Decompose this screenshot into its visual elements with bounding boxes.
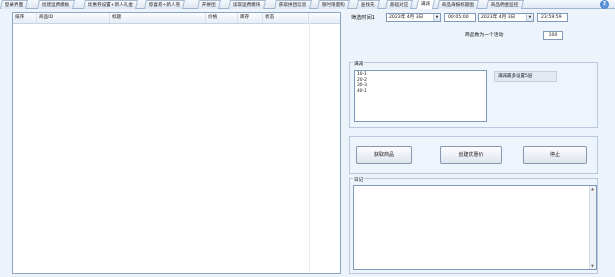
discount-rules-note: 满减最多设置5层: [494, 71, 557, 82]
log-scrollbar[interactable]: ▲ ▼: [589, 186, 596, 269]
tab-login[interactable]: 登录界面: [0, 0, 29, 9]
start-date-value: 2023年 4月 3日: [389, 15, 424, 20]
get-products-button[interactable]: 获取商品: [356, 146, 412, 164]
tab-surprise-coupon[interactable]: 惊喜卷+新人卷: [144, 0, 186, 9]
tab-commission-monitor[interactable]: 商品佣金监控: [486, 0, 524, 9]
column-divider: [309, 23, 310, 273]
table-header: 排序 商品ID 标题 价格 库存 状态: [13, 13, 340, 24]
chevron-down-icon[interactable]: ▼: [526, 14, 533, 21]
stop-button[interactable]: 停止: [523, 146, 587, 164]
discount-rule: 40-1: [357, 88, 367, 94]
filter-time-label: 筛选时间1: [351, 15, 376, 21]
tab-flash-sale[interactable]: 限时限量购: [317, 0, 350, 9]
start-time-field[interactable]: 00:05:00: [444, 13, 476, 22]
column-header-price[interactable]: 价格: [206, 13, 238, 23]
column-header-stock[interactable]: 库存: [238, 13, 263, 23]
scroll-up-icon[interactable]: ▲: [590, 186, 595, 192]
tab-read-shipping[interactable]: 读取运费模块: [228, 0, 266, 9]
log-group-title: 日记: [353, 178, 365, 183]
help-icon[interactable]: ?: [600, 0, 609, 9]
tab-search[interactable]: 查找先: [356, 0, 380, 9]
column-header-order[interactable]: 排序: [13, 13, 37, 23]
column-header-product-id[interactable]: 商品ID: [37, 13, 110, 23]
log-textarea[interactable]: ▲ ▼: [353, 185, 597, 270]
discount-rules-textarea[interactable]: 10-1 20-2 30-3 40-1: [354, 70, 487, 122]
end-date-value: 2023年 4月 3日: [481, 15, 516, 20]
discount-group-title: 满减: [353, 62, 365, 67]
tab-product-poster[interactable]: 商品海报标题图: [437, 0, 480, 9]
end-time-field[interactable]: 23:59:59: [537, 13, 568, 22]
create-coupon-button[interactable]: 创建优惠价: [440, 146, 502, 164]
column-header-status[interactable]: 状态: [263, 13, 309, 23]
start-date-picker[interactable]: 2023年 4月 3日 ▼: [386, 13, 441, 22]
tab-basic-mapping[interactable]: 基础对应: [385, 0, 414, 9]
column-header-title[interactable]: 标题: [110, 13, 206, 23]
tab-coupon-settings[interactable]: 优惠券设置+新人礼金: [83, 0, 139, 9]
products-per-activity-label: 商品数为一个活动: [465, 33, 504, 38]
tab-group-buy[interactable]: 开拼团: [197, 0, 221, 9]
products-per-activity-input[interactable]: 100: [543, 31, 563, 40]
end-date-picker[interactable]: 2023年 4月 3日 ▼: [478, 13, 534, 22]
chevron-down-icon[interactable]: ▼: [433, 14, 440, 21]
tab-group-info[interactable]: 获取拼团信息: [274, 0, 312, 9]
product-table[interactable]: 排序 商品ID 标题 价格 库存 状态: [12, 12, 341, 274]
tab-create-shipping-template[interactable]: 创建运费模板: [37, 0, 75, 9]
scroll-down-icon[interactable]: ▼: [590, 263, 595, 269]
tab-discount[interactable]: 满减: [415, 0, 436, 9]
